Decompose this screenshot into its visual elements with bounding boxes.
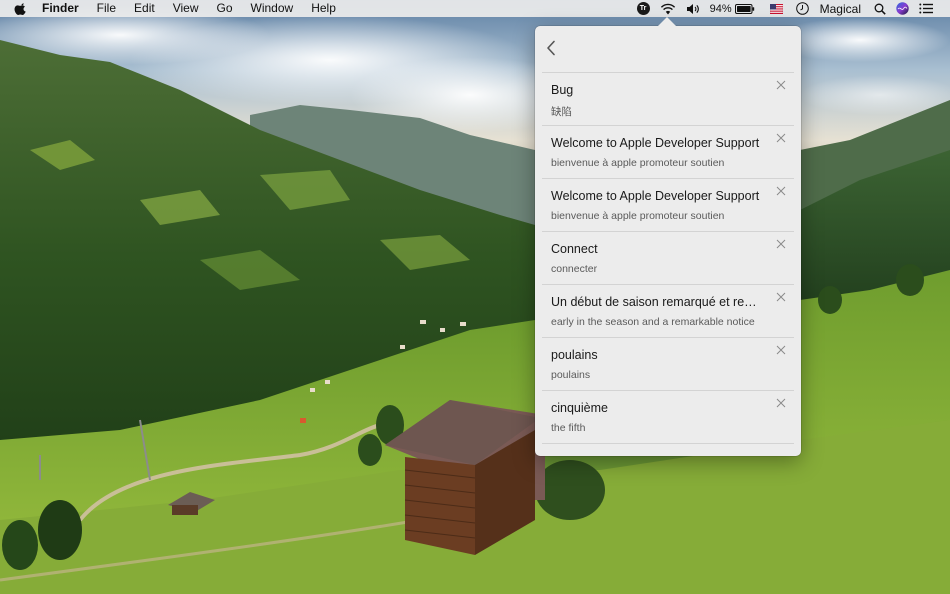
remove-item-button[interactable] <box>775 185 787 197</box>
menu-view[interactable]: View <box>164 0 208 17</box>
menu-file[interactable]: File <box>88 0 125 17</box>
remove-item-button[interactable] <box>775 397 787 409</box>
history-item-translation: bienvenue à apple promoteur soutien <box>551 210 725 222</box>
history-item-source: cinquième <box>551 401 608 415</box>
menu-app-name[interactable]: Finder <box>40 0 88 17</box>
close-icon <box>776 133 786 143</box>
remove-item-button[interactable] <box>775 344 787 356</box>
clock-icon[interactable] <box>795 0 809 17</box>
desktop-wallpaper <box>0 0 950 594</box>
history-item-translation: connecter <box>551 263 598 275</box>
history-item-translation: 缺陷 <box>551 106 572 118</box>
history-item[interactable]: Bug 缺陷 <box>542 73 794 126</box>
remove-item-button[interactable] <box>775 79 787 91</box>
user-name[interactable]: Magical <box>820 2 861 16</box>
history-item-source: Welcome to Apple Developer Support <box>551 189 760 203</box>
battery-percent[interactable]: 94% <box>710 3 732 15</box>
menu-help[interactable]: Help <box>302 0 345 17</box>
menu-go[interactable]: Go <box>208 0 242 17</box>
wifi-icon[interactable] <box>660 0 676 17</box>
remove-item-button[interactable] <box>775 132 787 144</box>
menu-bar: Finder File Edit View Go Window Help Tr … <box>0 0 950 17</box>
history-list: Bug 缺陷 Welcome to Apple Developer Suppor… <box>542 72 794 444</box>
history-item-source: Un début de saison remarqué et remarquab… <box>551 295 766 309</box>
translation-history-popover: Bug 缺陷 Welcome to Apple Developer Suppor… <box>535 26 801 456</box>
translator-status-item[interactable]: Tr <box>636 0 650 17</box>
history-item-source: Bug <box>551 83 574 97</box>
battery-icon[interactable] <box>734 0 755 17</box>
history-item-source: Welcome to Apple Developer Support <box>551 136 760 150</box>
history-item-translation: bienvenue à apple promoteur soutien <box>551 157 725 169</box>
notification-center-icon[interactable] <box>919 0 933 17</box>
popover-arrow <box>658 17 676 26</box>
chevron-left-icon <box>547 40 555 56</box>
remove-item-button[interactable] <box>775 291 787 303</box>
history-item[interactable]: Welcome to Apple Developer Support bienv… <box>542 179 794 232</box>
history-item-source: poulains <box>551 348 598 362</box>
remove-item-button[interactable] <box>775 238 787 250</box>
history-item[interactable]: Connect connecter <box>542 232 794 285</box>
history-item[interactable]: Un début de saison remarqué et remarquab… <box>542 285 794 338</box>
translator-icon: Tr <box>636 2 650 15</box>
history-item-source: Connect <box>551 242 598 256</box>
history-item[interactable]: poulains poulains <box>542 338 794 391</box>
history-item-translation: early in the season and a remarkable not… <box>551 316 755 328</box>
us-flag-input-source-icon[interactable] <box>769 0 783 17</box>
siri-icon[interactable] <box>896 0 909 17</box>
history-item[interactable]: Welcome to Apple Developer Support bienv… <box>542 126 794 179</box>
status-area: Tr 94% Magical <box>632 0 950 17</box>
close-icon <box>776 345 786 355</box>
alpine-landscape-image <box>0 0 950 594</box>
menu-window[interactable]: Window <box>242 0 303 17</box>
history-item[interactable]: cinquième the fifth <box>542 391 794 444</box>
close-icon <box>776 80 786 90</box>
close-icon <box>776 239 786 249</box>
close-icon <box>776 398 786 408</box>
spotlight-search-icon[interactable] <box>874 0 886 17</box>
volume-icon[interactable] <box>686 0 701 17</box>
apple-logo-icon[interactable] <box>14 2 28 16</box>
menu-edit[interactable]: Edit <box>125 0 164 17</box>
history-item-translation: poulains <box>551 369 591 381</box>
history-item-translation: the fifth <box>551 422 586 434</box>
back-button[interactable] <box>543 38 559 58</box>
close-icon <box>776 292 786 302</box>
close-icon <box>776 186 786 196</box>
